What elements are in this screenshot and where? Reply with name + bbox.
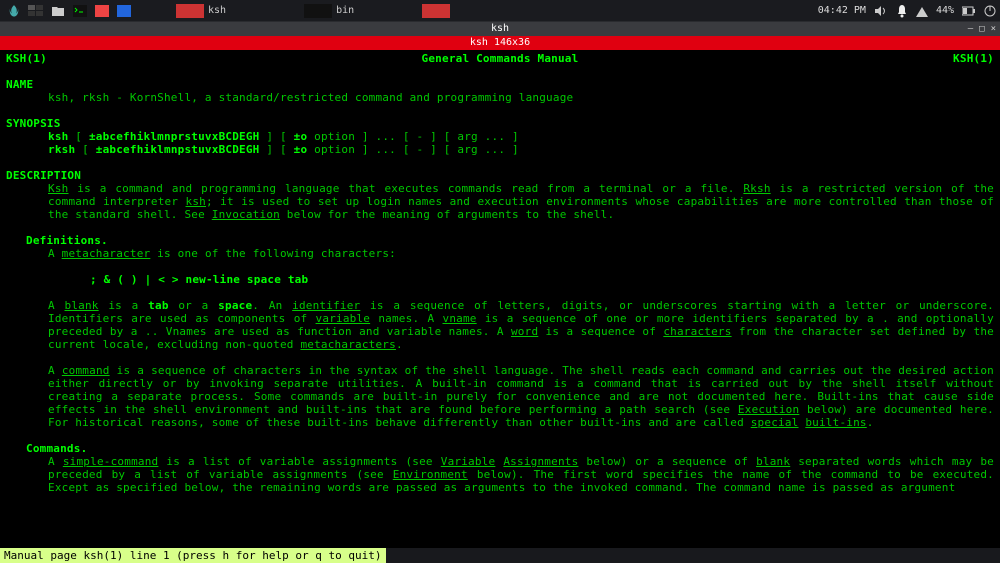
app-icon-2[interactable] xyxy=(114,2,134,20)
maximize-button[interactable]: □ xyxy=(979,22,984,36)
section-definitions: Definitions. xyxy=(6,234,994,247)
window-thumb-icon xyxy=(304,4,332,18)
volume-icon[interactable] xyxy=(874,5,888,17)
window-thumb-icon xyxy=(176,4,204,18)
power-icon[interactable] xyxy=(984,5,996,17)
window-title: ksh xyxy=(491,23,509,34)
taskbar-window-bin[interactable]: bin xyxy=(296,2,362,20)
pager-icon[interactable] xyxy=(26,2,46,20)
command-paragraph: A command is a sequence of characters in… xyxy=(6,364,994,429)
section-description: DESCRIPTION xyxy=(6,169,994,182)
window-buttons: — □ × xyxy=(968,22,996,36)
taskbar-window-3[interactable] xyxy=(414,2,458,20)
synopsis-line-2: rksh [ ±abcefhiklmnpstuvxBCDEGH ] [ ±o o… xyxy=(6,143,994,156)
taskbar-window-label: bin xyxy=(336,5,354,16)
window-thumb-icon xyxy=(422,4,450,18)
man-header: KSH(1) General Commands Manual KSH(1) xyxy=(6,52,994,65)
man-header-center: General Commands Manual xyxy=(422,52,579,65)
man-header-left: KSH(1) xyxy=(6,52,47,65)
name-line: ksh, rksh - KornShell, a standard/restri… xyxy=(6,91,994,104)
taskbar: ksh bin 04:42 PM 44% xyxy=(0,0,1000,22)
terminal-title-bar: ksh 146x36 xyxy=(0,36,1000,50)
blank-paragraph: A blank is a tab or a space. An identifi… xyxy=(6,299,994,351)
files-icon[interactable] xyxy=(48,2,68,20)
metacharacters: ; & ( ) | < > new-line space tab xyxy=(6,273,994,286)
app-launcher-icon[interactable] xyxy=(4,2,24,20)
section-commands: Commands. xyxy=(6,442,994,455)
section-name: NAME xyxy=(6,78,994,91)
window-titlebar[interactable]: ksh — □ × xyxy=(0,22,1000,36)
manpage-status-bar: Manual page ksh(1) line 1 (press h for h… xyxy=(0,548,386,563)
taskbar-left: ksh bin xyxy=(4,2,458,20)
section-synopsis: SYNOPSIS xyxy=(6,117,994,130)
manpage-content[interactable]: KSH(1) General Commands Manual KSH(1) NA… xyxy=(0,50,1000,548)
network-icon[interactable] xyxy=(916,5,928,17)
man-header-right: KSH(1) xyxy=(953,52,994,65)
defs-line: A metacharacter is one of the following … xyxy=(6,247,994,260)
simple-command-paragraph: A simple-command is a list of variable a… xyxy=(6,455,994,494)
battery-icon[interactable] xyxy=(962,6,976,16)
terminal-title: ksh 146x36 xyxy=(470,37,530,48)
minimize-button[interactable]: — xyxy=(968,22,973,36)
taskbar-window-ksh[interactable]: ksh xyxy=(168,2,234,20)
close-button[interactable]: × xyxy=(991,22,996,36)
synopsis-line-1: ksh [ ±abcefhiklmnprstuvxBCDEGH ] [ ±o o… xyxy=(6,130,994,143)
desc-paragraph: Ksh is a command and programming languag… xyxy=(6,182,994,221)
taskbar-window-label: ksh xyxy=(208,5,226,16)
app-icon-1[interactable] xyxy=(92,2,112,20)
battery-label: 44% xyxy=(936,5,954,16)
clock[interactable]: 04:42 PM xyxy=(818,5,866,16)
notifications-icon[interactable] xyxy=(896,4,908,18)
taskbar-right: 04:42 PM 44% xyxy=(818,4,996,18)
terminal-icon[interactable] xyxy=(70,2,90,20)
